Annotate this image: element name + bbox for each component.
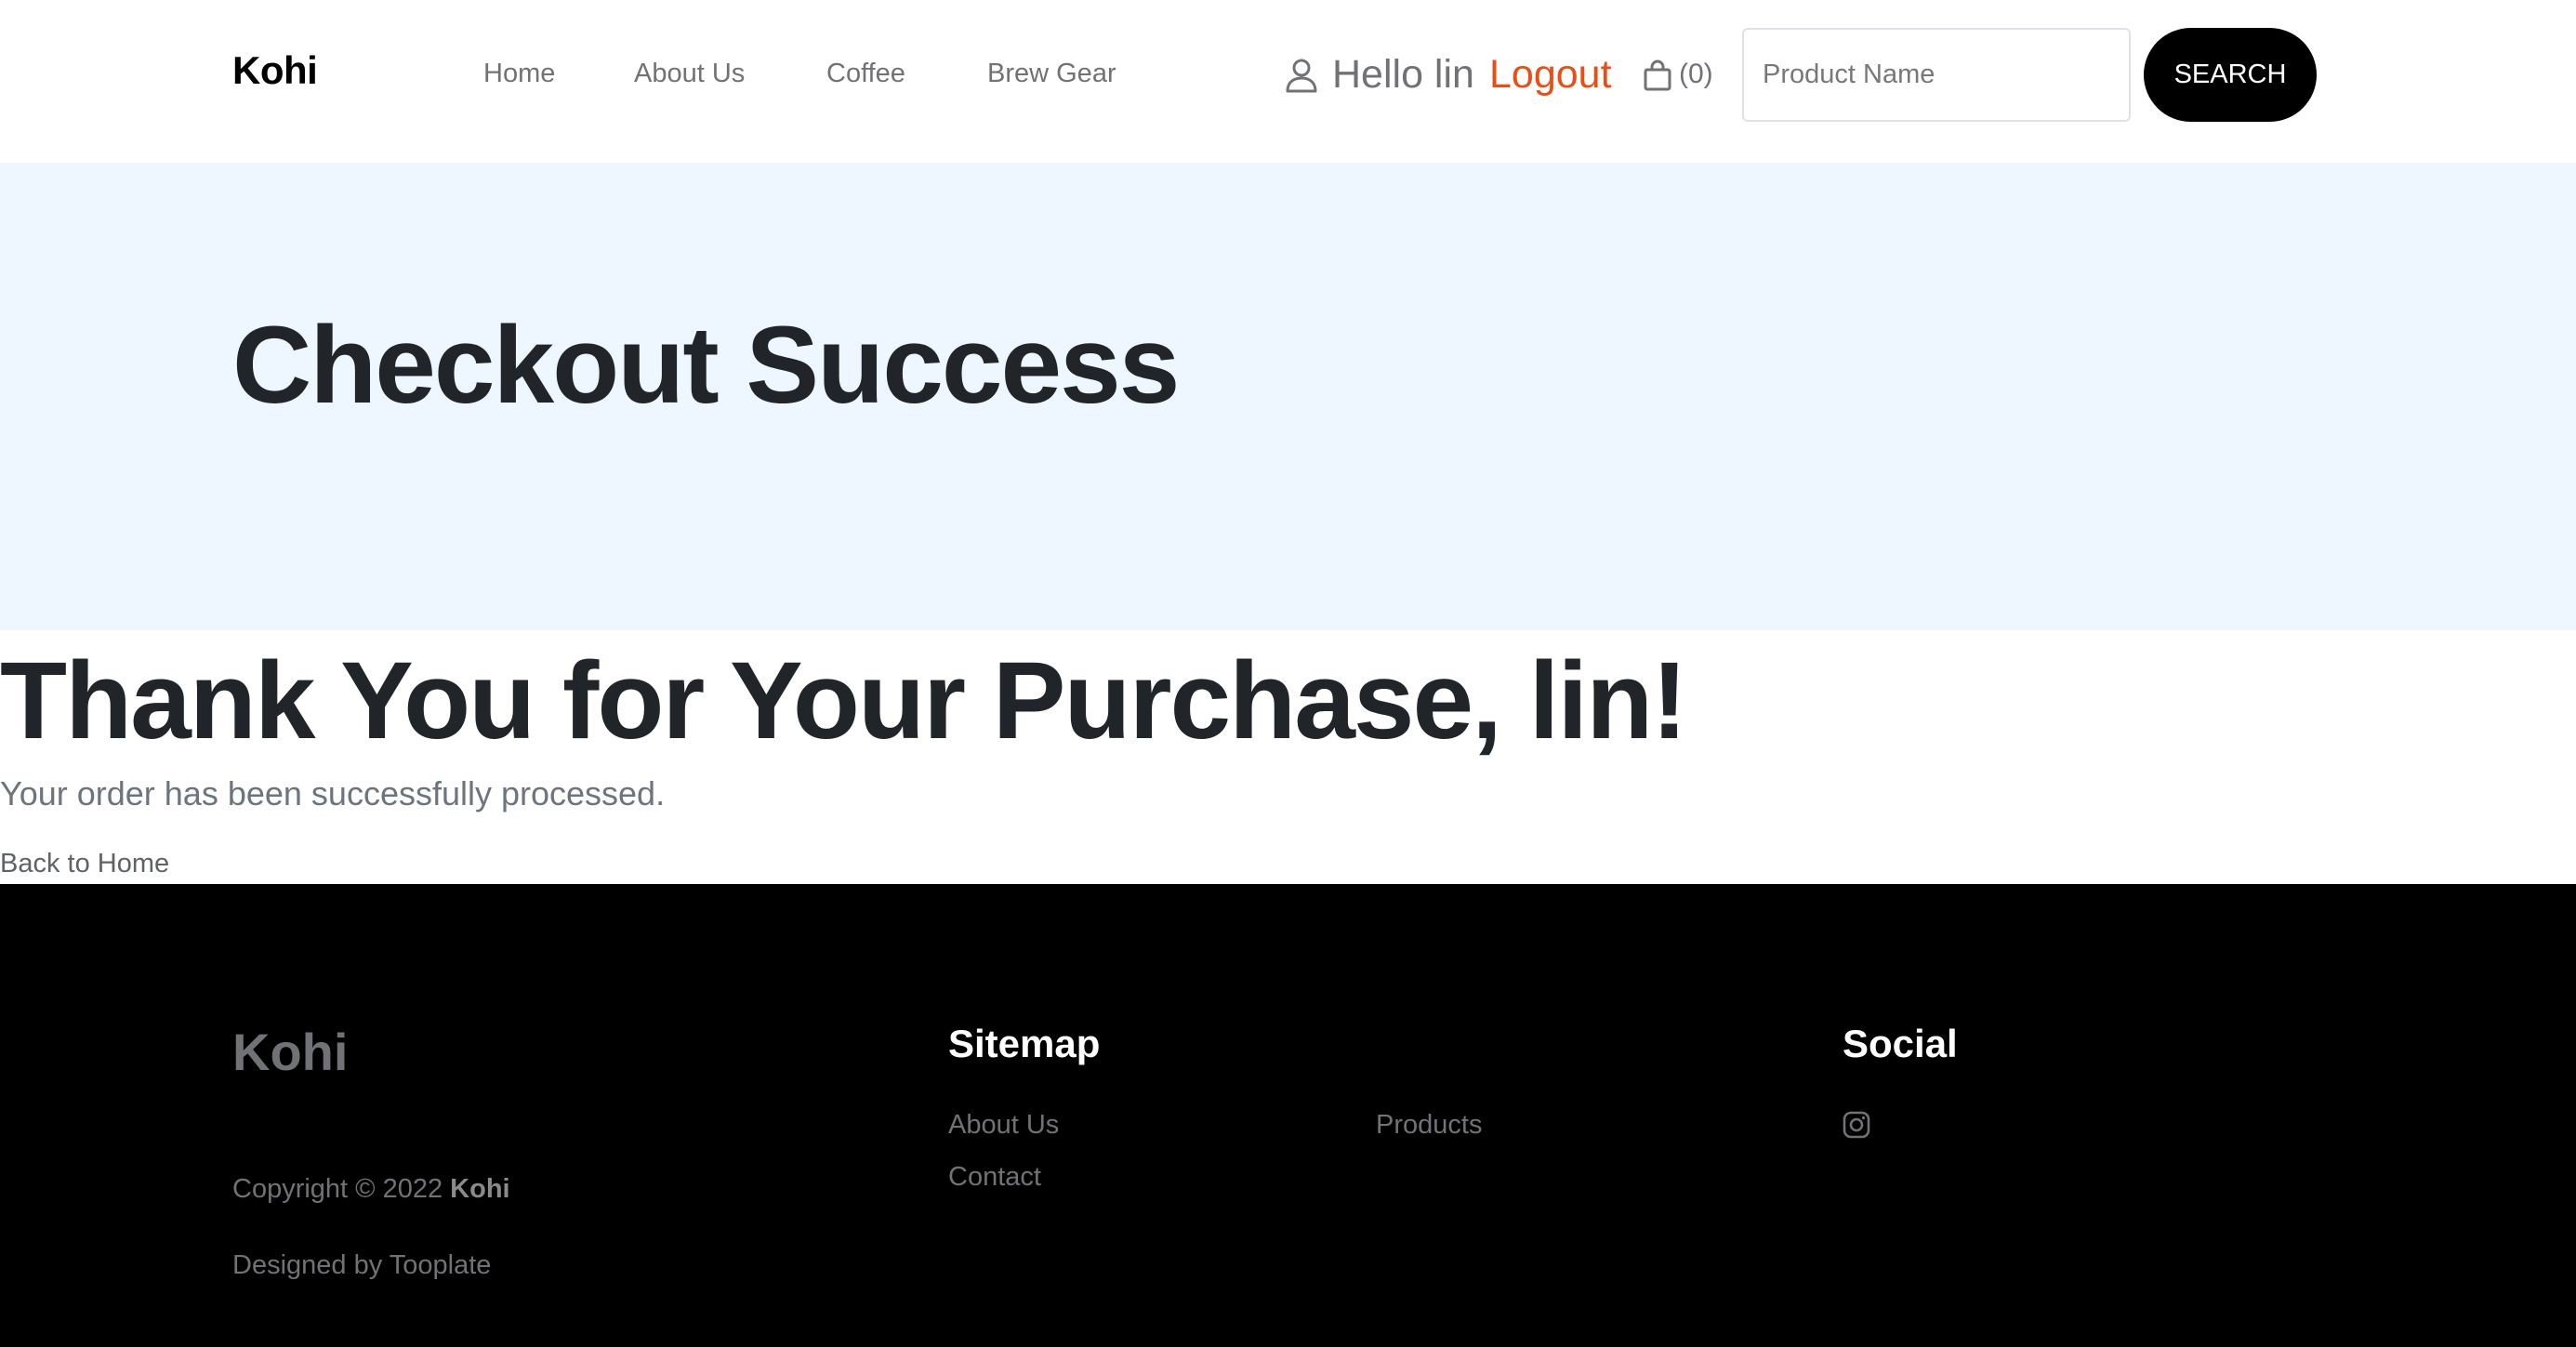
shopping-bag-icon[interactable] xyxy=(1644,59,1671,91)
footer-link-about-us[interactable]: About Us xyxy=(948,1110,1059,1141)
copyright-text: Copyright © 2022 xyxy=(232,1174,443,1204)
order-message: Your order has been successfully process… xyxy=(0,774,666,812)
copyright: Copyright © 2022 Kohi xyxy=(232,1174,510,1205)
social-heading: Social xyxy=(1843,1022,1958,1065)
page-title: Checkout Success xyxy=(232,304,1180,427)
search-button[interactable]: SEARCH xyxy=(2144,28,2317,122)
instagram-icon[interactable] xyxy=(1843,1111,1870,1139)
search-input[interactable] xyxy=(1742,28,2131,122)
back-to-home-link[interactable]: Back to Home xyxy=(0,849,169,879)
sitemap-heading: Sitemap xyxy=(948,1022,1101,1065)
navbar: Kohi Home About Us Coffee Brew Gear Hell… xyxy=(0,0,2576,163)
footer-link-contact[interactable]: Contact xyxy=(948,1162,1041,1193)
designed-by: Designed by Tooplate xyxy=(232,1250,492,1280)
nav-about-us[interactable]: About Us xyxy=(634,59,745,89)
footer-brand: Kohi xyxy=(232,1023,349,1081)
cart-count[interactable]: (0) xyxy=(1679,59,1713,90)
footer-link-products[interactable]: Products xyxy=(1376,1110,1482,1141)
thank-you-heading: Thank You for Your Purchase, lin! xyxy=(0,640,1688,762)
nav-brew-gear[interactable]: Brew Gear xyxy=(987,59,1116,89)
footer: Kohi Copyright © 2022 Kohi Designed by T… xyxy=(0,884,2576,1347)
user-greeting: Hello lin xyxy=(1332,52,1474,97)
copyright-brand: Kohi xyxy=(450,1174,510,1204)
hero-banner: Checkout Success xyxy=(0,163,2576,630)
nav-coffee[interactable]: Coffee xyxy=(826,59,905,89)
brand-logo[interactable]: Kohi xyxy=(232,48,318,93)
nav-home[interactable]: Home xyxy=(483,59,555,89)
user-icon xyxy=(1286,59,1317,93)
logout-link[interactable]: Logout xyxy=(1489,52,1612,98)
